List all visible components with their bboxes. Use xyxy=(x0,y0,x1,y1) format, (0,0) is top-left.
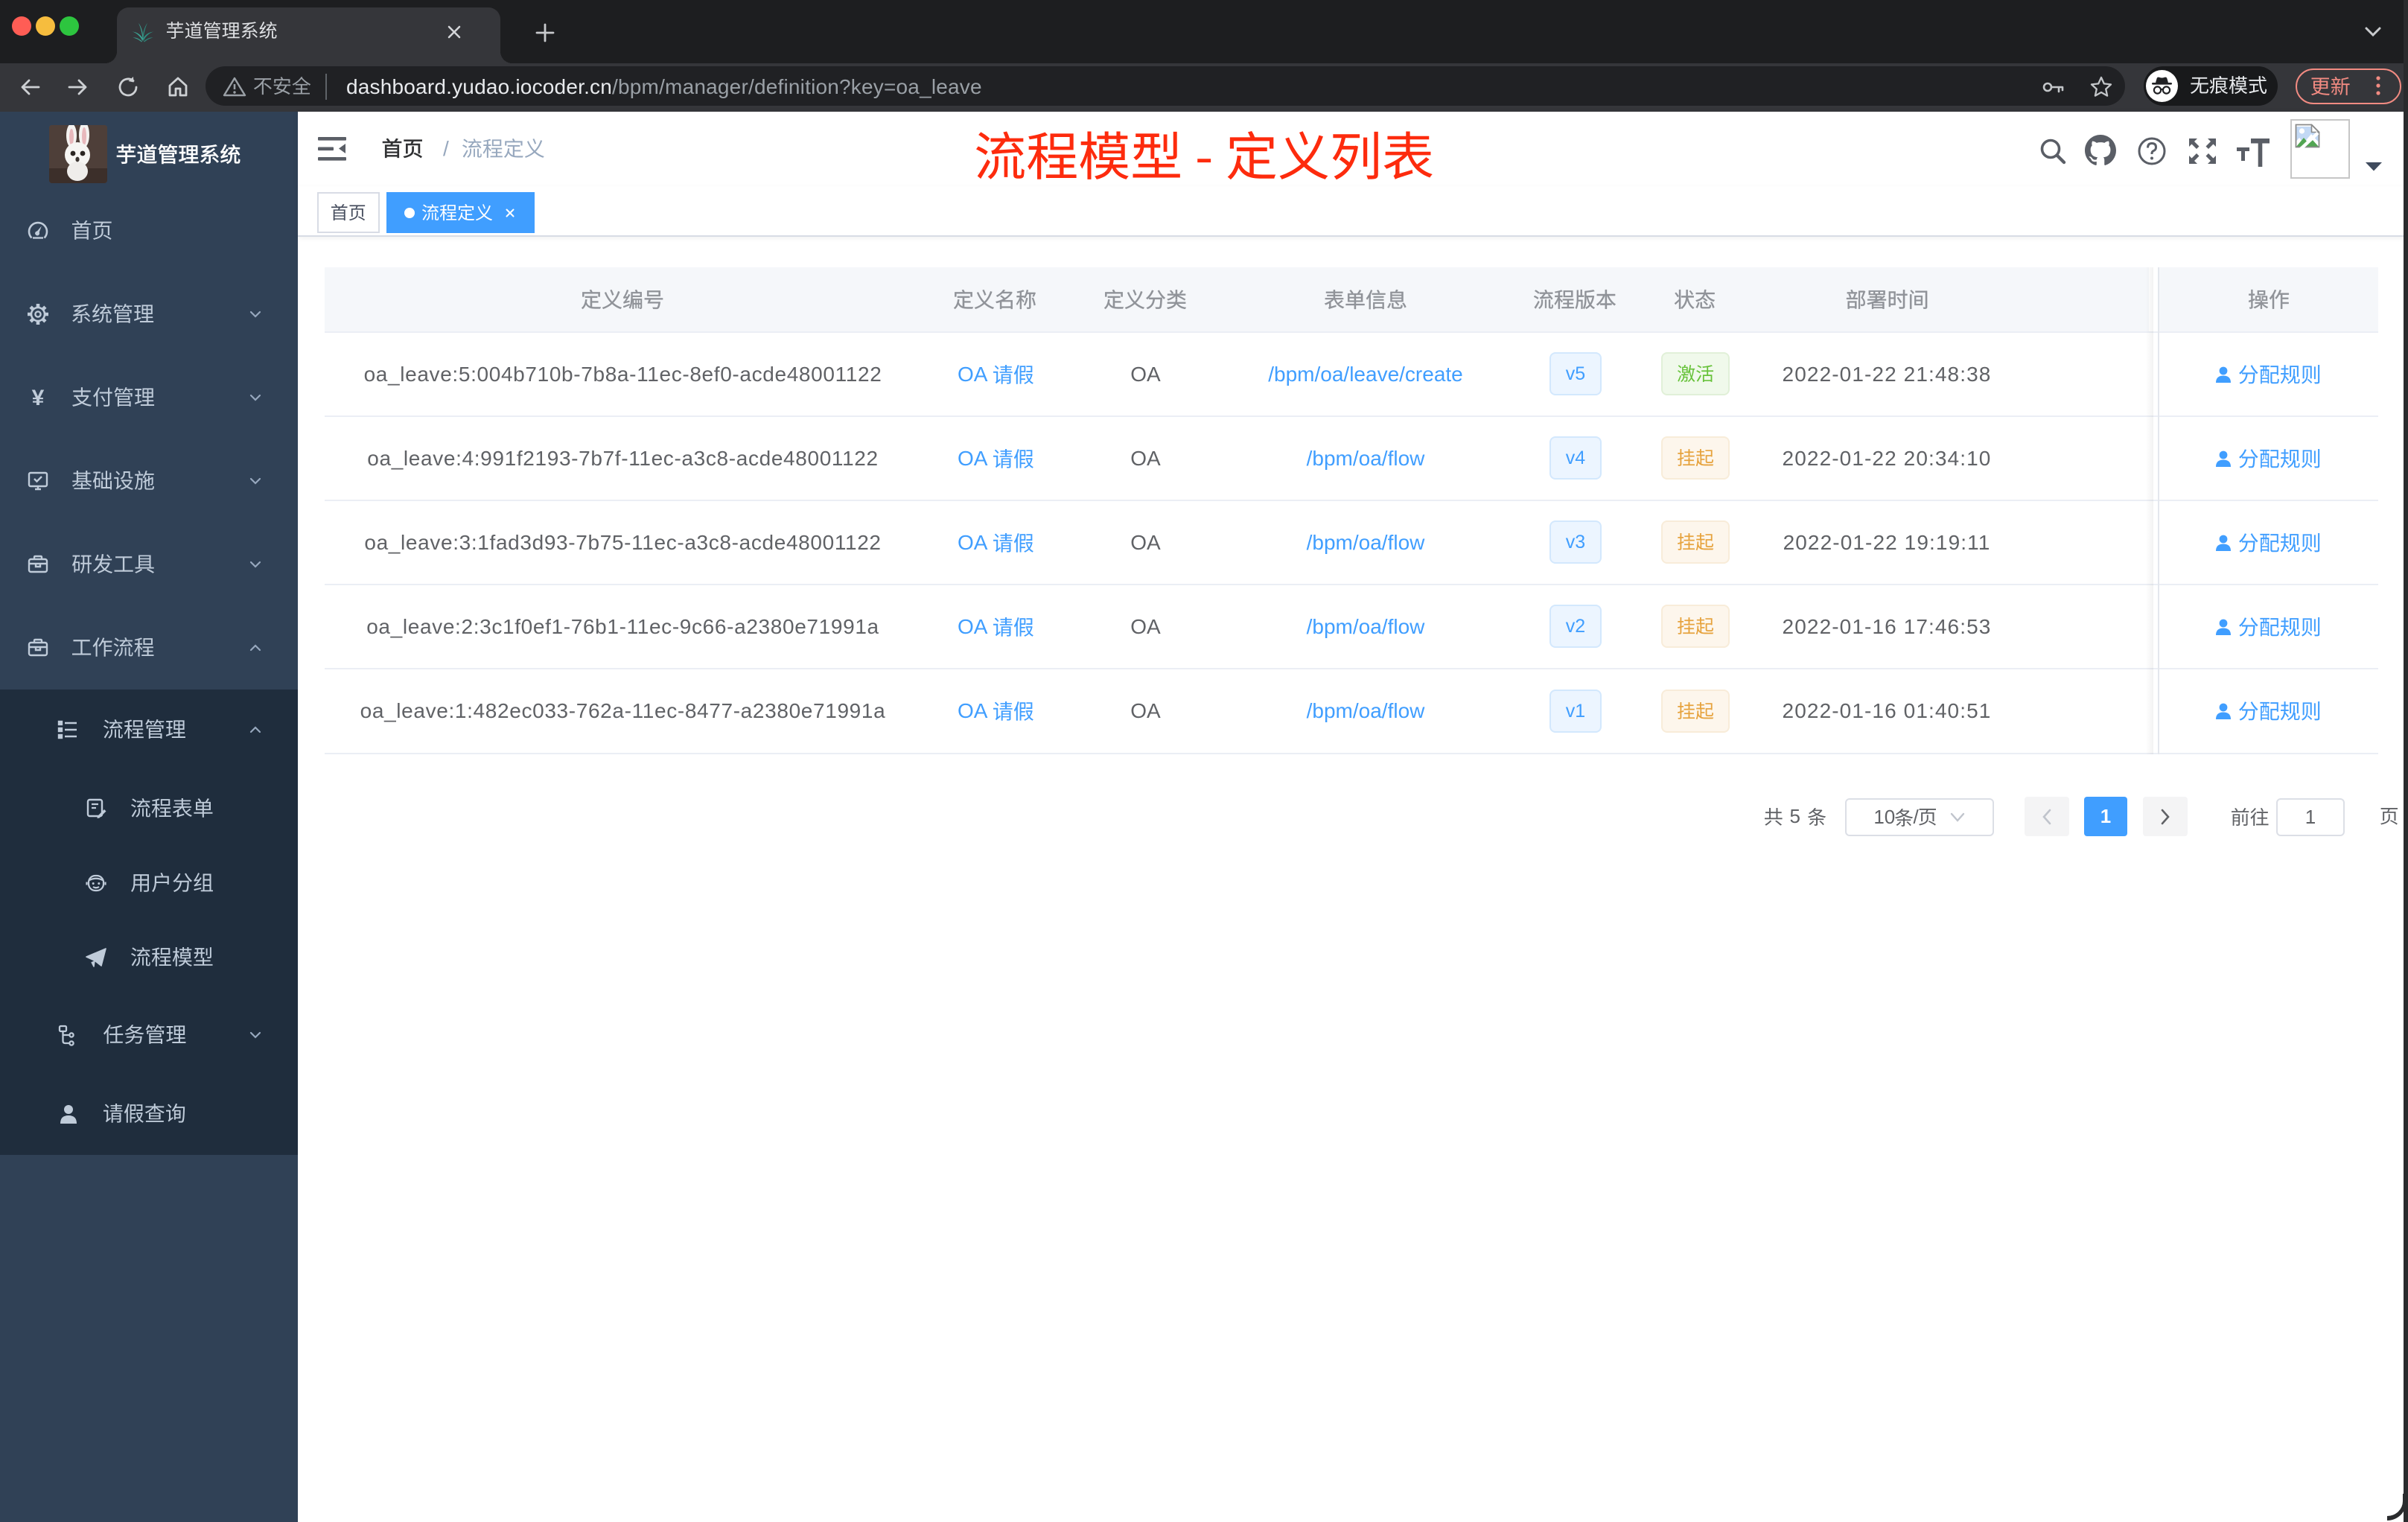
svg-text:¥: ¥ xyxy=(32,386,45,409)
